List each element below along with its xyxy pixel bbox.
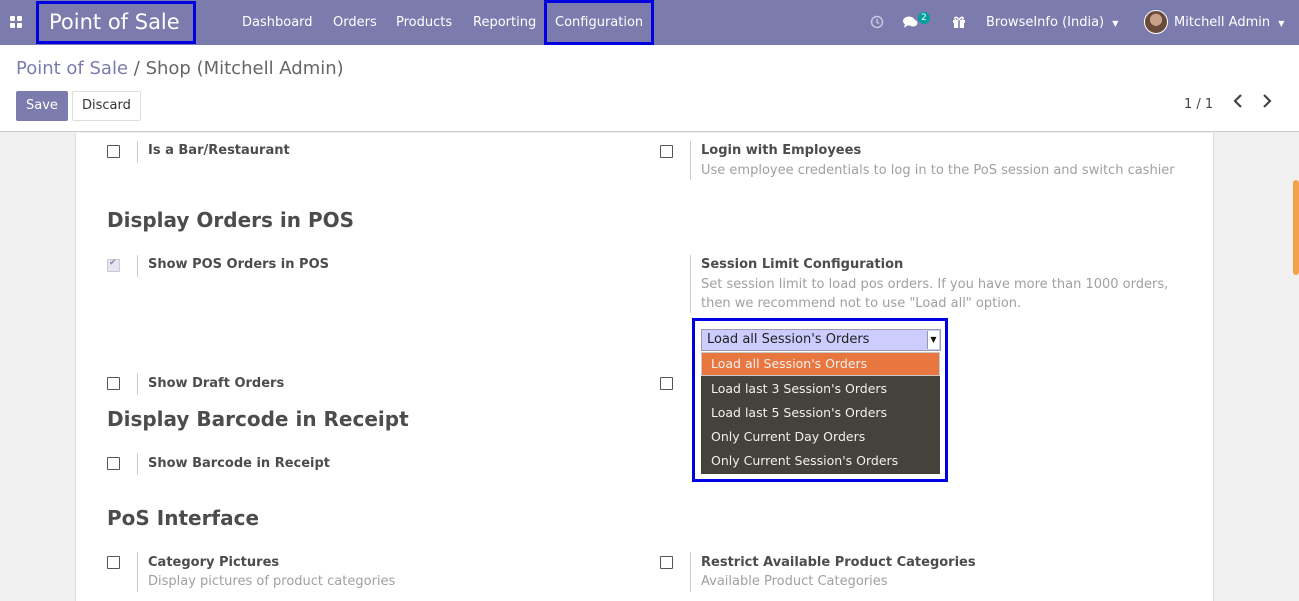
login-employees-checkbox[interactable] [660, 145, 673, 158]
breadcrumb: Point of Sale / Shop (Mitchell Admin) [16, 58, 344, 79]
chevron-down-icon[interactable]: ▼ [927, 331, 939, 349]
gift-icon[interactable] [952, 0, 966, 45]
show-pos-orders-checkbox[interactable] [107, 258, 120, 272]
menu-orders[interactable]: Orders [333, 0, 377, 45]
show-draft-orders-checkbox[interactable] [107, 377, 120, 390]
save-button[interactable]: Save [16, 91, 68, 121]
breadcrumb-current: Shop (Mitchell Admin) [145, 58, 344, 79]
divider [690, 255, 691, 313]
option-current-day[interactable]: Only Current Day Orders [701, 425, 940, 449]
divider [137, 453, 138, 475]
session-limit-description: Set session limit to load pos orders. If… [701, 277, 1169, 292]
show-barcode-label: Show Barcode in Receipt [148, 456, 331, 471]
messages-badge: 2 [918, 12, 930, 24]
session-limit-dropdown: Load all Session's Orders Load last 3 Se… [701, 352, 940, 474]
user-menu[interactable]: Mitchell Admin ▼ [1174, 0, 1284, 46]
restrict-categories-description: Available Product Categories [701, 574, 888, 589]
apps-menu-icon[interactable] [10, 16, 22, 28]
divider [690, 552, 691, 592]
divider [690, 141, 691, 180]
menu-dashboard[interactable]: Dashboard [242, 0, 313, 45]
scrollbar[interactable] [1293, 180, 1299, 275]
session-limit-label: Session Limit Configuration [701, 257, 904, 272]
activity-clock-icon[interactable] [870, 0, 884, 45]
section-display-orders: Display Orders in POS [107, 208, 355, 232]
show-pos-orders-label: Show POS Orders in POS [148, 257, 329, 272]
messages-icon[interactable] [903, 0, 918, 45]
login-employees-description: Use employee credentials to log in to th… [701, 163, 1175, 178]
restrict-categories-label: Restrict Available Product Categories [701, 555, 976, 570]
chevron-down-icon: ▼ [1278, 19, 1285, 28]
option-load-last-5[interactable]: Load last 5 Session's Orders [701, 401, 940, 425]
option-load-all[interactable]: Load all Session's Orders [701, 352, 940, 376]
control-panel: Point of Sale / Shop (Mitchell Admin) Sa… [0, 45, 1299, 132]
section-pos-interface: PoS Interface [107, 506, 260, 530]
category-pictures-checkbox[interactable] [107, 556, 120, 569]
breadcrumb-parent[interactable]: Point of Sale [16, 58, 128, 79]
menu-products[interactable]: Products [396, 0, 452, 45]
show-draft-orders-label: Show Draft Orders [148, 376, 285, 391]
company-switcher[interactable]: BrowseInfo (India) ▼ [986, 0, 1118, 46]
login-employees-label: Login with Employees [701, 143, 862, 158]
breadcrumb-separator: / [133, 58, 140, 79]
restrict-categories-checkbox[interactable] [660, 556, 673, 569]
app-title[interactable]: Point of Sale [36, 1, 196, 44]
bar-restaurant-checkbox[interactable] [107, 145, 120, 158]
menu-configuration[interactable]: Configuration [544, 0, 655, 45]
pager-value[interactable]: 1 / 1 [1184, 97, 1213, 112]
session-limit-description: then we recommend not to use "Load all" … [701, 296, 1022, 311]
option-current-session[interactable]: Only Current Session's Orders [701, 449, 940, 473]
bar-restaurant-label: Is a Bar/Restaurant [148, 143, 290, 158]
divider [137, 141, 138, 163]
form-sheet [75, 133, 1214, 601]
divider [137, 255, 138, 277]
avatar[interactable] [1144, 10, 1168, 34]
setting-checkbox[interactable] [660, 377, 673, 390]
menu-reporting[interactable]: Reporting [473, 0, 536, 45]
show-barcode-checkbox[interactable] [107, 457, 120, 470]
company-name: BrowseInfo (India) [986, 15, 1105, 30]
divider [137, 373, 138, 395]
option-load-last-3[interactable]: Load last 3 Session's Orders [701, 377, 940, 401]
top-navbar: Point of Sale Dashboard Orders Products … [0, 0, 1299, 45]
session-limit-select[interactable]: Load all Session's Orders [701, 329, 941, 351]
divider [137, 552, 138, 592]
chevron-left-icon[interactable] [1233, 93, 1243, 113]
chevron-right-icon[interactable] [1262, 93, 1272, 113]
section-display-barcode: Display Barcode in Receipt [107, 407, 409, 431]
chevron-down-icon: ▼ [1112, 19, 1119, 28]
category-pictures-label: Category Pictures [148, 555, 280, 570]
discard-button[interactable]: Discard [72, 91, 141, 121]
user-name: Mitchell Admin [1174, 15, 1271, 30]
category-pictures-description: Display pictures of product categories [148, 574, 396, 589]
